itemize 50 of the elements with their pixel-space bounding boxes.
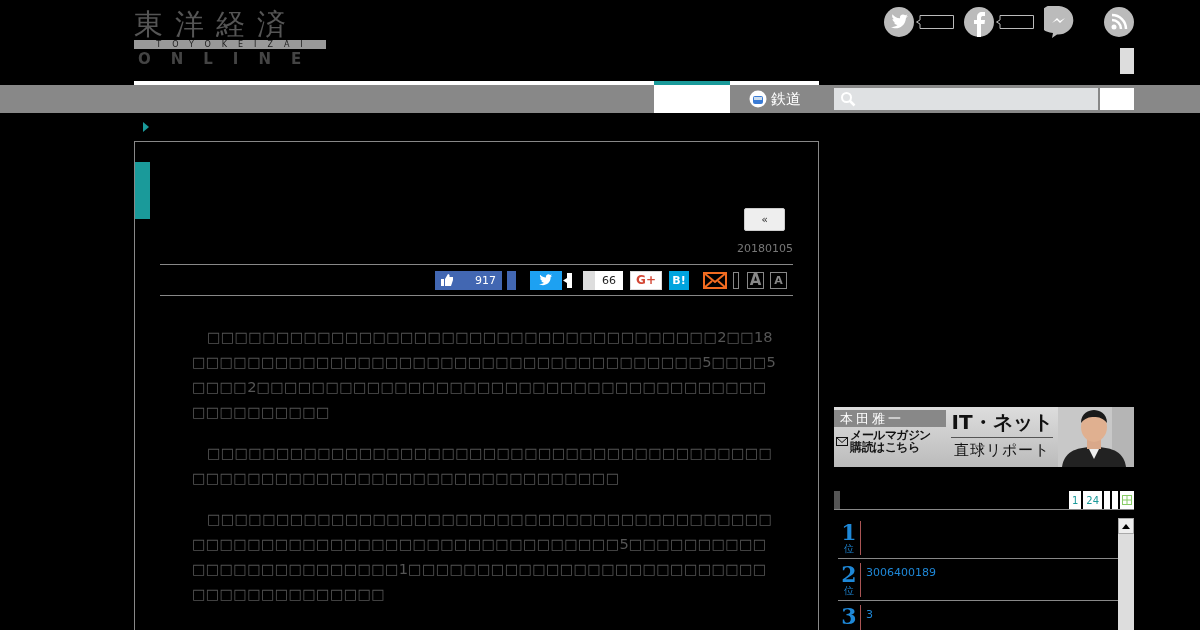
mail-icon[interactable]: [703, 271, 727, 289]
facebook-icon[interactable]: [964, 7, 994, 37]
back-button[interactable]: «: [744, 208, 785, 231]
rank-number: 1: [841, 521, 857, 543]
thumbs-up-icon: [441, 274, 453, 286]
author-name: 本田雅一: [834, 410, 946, 427]
search-icon: [840, 91, 856, 107]
bookmark-count: 66: [595, 270, 623, 290]
arrow-icon: [143, 122, 149, 132]
search-field[interactable]: [834, 88, 1098, 110]
rank-number: 2: [841, 563, 857, 585]
logo-title: 東洋経済: [134, 8, 298, 40]
up-arrow-icon[interactable]: [1122, 523, 1130, 529]
logo-subtitle: TOYOKEIZAI: [134, 40, 326, 49]
count-bubble: [996, 15, 1034, 29]
ranking-tab[interactable]: 1: [1068, 491, 1082, 509]
article-paragraph: □□□□□□□□□□□□□□□□□□□□□□□□□□□□□□□□□□□□□□□□□□□□□□□□□□□□□□□□□□□□□□□□□□□□□□□□: [192, 443, 774, 488]
envelope-icon: [836, 436, 848, 446]
ranking-link[interactable]: 3: [861, 602, 878, 630]
nav-tab[interactable]: 鉄道: [730, 85, 819, 113]
ranking-tab[interactable]: 24: [1083, 491, 1102, 509]
logo-tagline: ONLINE: [137, 49, 322, 69]
messenger-icon[interactable]: [1044, 6, 1074, 38]
bird-icon: [539, 274, 553, 286]
count-bubble: [916, 15, 954, 29]
font-small-button[interactable]: A: [770, 271, 787, 289]
ranking-link[interactable]: 3006400189: [861, 560, 941, 600]
rss-icon[interactable]: [1104, 7, 1134, 37]
twitter-icon[interactable]: [884, 7, 914, 37]
rank-unit: 位: [844, 543, 854, 554]
newsletter-text: メールマガジン 購読はこちら: [850, 429, 931, 453]
accent-bar: [135, 162, 150, 219]
hatena-button[interactable]: B!: [669, 270, 689, 290]
article-paragraph: □□□□□□□□□□□□□□□□□□□□□□□□□□□□□□□□□□□□□□□□□□□□□□□□□□□□□□□□□□□□□□□□□□□□□□□□5□□□□□□□□□□□□□□□□□□□□□□□□□1□□□□□□□□□□□□□□□□□□□□□□□□□□□□□□□□□□□□□□□□: [192, 509, 774, 604]
grid-icon: [1122, 495, 1132, 505]
scrollbar[interactable]: [1118, 518, 1134, 630]
font-large-button[interactable]: A: [747, 271, 764, 289]
rank-unit: 位: [844, 585, 854, 596]
banner-subtitle: 直球リポート: [954, 440, 1050, 461]
date: 20180105: [736, 242, 793, 256]
article-paragraph: □□□□□□□□□□□□□□□□□□□□□□□□□□□□□□□□□□□□□2□□18□□□□□□□□□□□□□□□□□□□□□□□□□□□□□□□□□□□□□5□□□□5□□□□2□□□□□□□□□□□□□□□□□□□□□□□□□□□□□□□□□□□□□□□□□□□□□□□: [192, 327, 777, 422]
header-marker: [834, 491, 840, 509]
rank-number: 3: [841, 605, 857, 627]
count-bubble: [562, 270, 572, 290]
banner-title: IT・ネット: [951, 407, 1053, 438]
like-button[interactable]: 917: [435, 270, 502, 290]
column-banner[interactable]: 本田雅一 メールマガジン 購読はこちら IT・ネット 直球リポート: [834, 407, 1134, 467]
share-button[interactable]: [583, 270, 595, 290]
google-plus-button[interactable]: G+: [630, 270, 662, 290]
tweet-button[interactable]: [530, 270, 562, 290]
